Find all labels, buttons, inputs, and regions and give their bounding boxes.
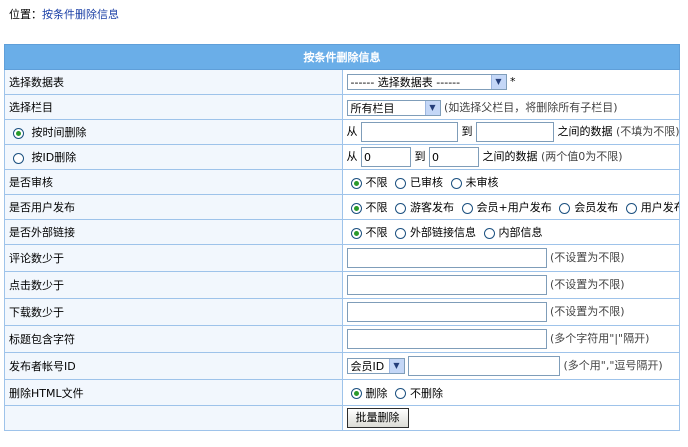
submit-row-spacer — [4, 405, 343, 431]
title-contains-label: 标题包含字符 — [4, 325, 343, 353]
audit-radio-approved[interactable] — [395, 177, 406, 189]
start-date-input[interactable] — [361, 122, 458, 142]
column-select-label: 选择栏目 — [4, 94, 343, 120]
table-select[interactable]: ------ 选择数据表 ------ ▼ — [346, 74, 507, 90]
audit-label: 是否审核 — [4, 169, 343, 195]
author-id-type-value: 会员ID — [350, 360, 385, 373]
audit-option-unapproved: 未审核 — [465, 176, 499, 189]
publisher-radio-guest[interactable] — [395, 202, 406, 214]
delete-html-radio-yes[interactable] — [350, 388, 362, 399]
title-contains-input[interactable] — [346, 329, 547, 349]
end-id-input[interactable]: 0 — [429, 147, 479, 167]
delete-by-condition-form: 按条件删除信息 选择数据表 ------ 选择数据表 ------ ▼ * 选择… — [4, 44, 680, 431]
batch-delete-button[interactable]: 批量删除 — [346, 408, 409, 428]
audit-radio-any[interactable] — [350, 177, 362, 189]
delete-html-option-yes: 删除 — [365, 386, 388, 400]
publisher-radio-member-user[interactable] — [461, 202, 473, 214]
by-id-between-label: 之间的数据 — [482, 150, 538, 163]
external-option-any: 不限 — [365, 226, 388, 239]
start-id-value: 0 — [364, 151, 371, 164]
comments-input[interactable] — [346, 248, 547, 268]
publisher-option-any: 不限 — [365, 201, 388, 214]
publisher-radio-member[interactable] — [559, 202, 571, 214]
breadcrumb-prefix: 位置： — [9, 8, 42, 21]
by-time-between-label: 之间的数据 — [557, 125, 613, 138]
table-select-label: 选择数据表 — [4, 69, 343, 95]
required-mark: * — [510, 75, 516, 88]
by-time-hint: (不填为不限) — [616, 125, 680, 138]
delete-html-option-no: 不删除 — [410, 386, 443, 400]
chevron-down-icon: ▼ — [490, 75, 506, 89]
form-title: 按条件删除信息 — [4, 44, 680, 70]
end-id-value: 0 — [432, 151, 439, 164]
column-select-value: 所有栏目 — [350, 101, 395, 115]
breadcrumb-link[interactable]: 按条件删除信息 — [42, 8, 119, 21]
chevron-down-icon: ▼ — [388, 359, 404, 373]
external-radio-any[interactable] — [350, 227, 362, 239]
publisher-option-member: 会员发布 — [574, 201, 619, 214]
by-id-to-label: 到 — [414, 150, 426, 163]
by-id-from-label: 从 — [346, 150, 358, 163]
delete-html-radio-no[interactable] — [395, 388, 406, 399]
external-radio-internal[interactable] — [483, 227, 495, 239]
external-option-external: 外部链接信息 — [410, 226, 476, 239]
external-option-internal: 内部信息 — [498, 226, 543, 239]
publisher-option-guest: 游客发布 — [410, 201, 454, 214]
author-id-label: 发布者帐号ID — [4, 352, 343, 380]
audit-option-approved: 已审核 — [410, 176, 443, 189]
by-time-radio[interactable] — [13, 127, 24, 139]
publisher-option-member-user: 会员+用户发布 — [476, 201, 552, 214]
audit-radio-unapproved[interactable] — [450, 177, 462, 189]
publisher-radio-any[interactable] — [350, 202, 362, 214]
publisher-option-user: 用户发布 — [640, 201, 679, 214]
by-time-to-label: 到 — [461, 125, 473, 138]
author-id-type-select[interactable]: 会员ID ▼ — [346, 358, 405, 374]
comments-hint: (不设置为不限) — [550, 251, 625, 264]
end-date-input[interactable] — [476, 122, 554, 142]
clicks-hint: (不设置为不限) — [550, 278, 625, 291]
by-id-label: 按ID删除 — [31, 151, 77, 164]
audit-option-any: 不限 — [365, 176, 388, 189]
column-select-hint: (如选择父栏目，将删除所有子栏目) — [444, 100, 618, 114]
by-id-radio[interactable] — [13, 152, 24, 164]
by-time-from-label: 从 — [346, 125, 358, 138]
table-select-value: ------ 选择数据表 ------ — [350, 76, 461, 89]
clicks-input[interactable] — [346, 275, 547, 295]
downloads-label: 下载数少于 — [4, 298, 343, 326]
external-label: 是否外部链接 — [4, 219, 343, 245]
by-time-option[interactable]: 按时间删除 — [4, 119, 343, 145]
by-time-label: 按时间删除 — [31, 126, 87, 139]
publisher-label: 是否用户发布 — [4, 194, 343, 220]
downloads-input[interactable] — [346, 302, 547, 322]
author-id-hint: (多个用","逗号隔开) — [563, 359, 663, 372]
by-id-hint: (两个值0为不限) — [541, 150, 623, 163]
start-id-input[interactable]: 0 — [361, 147, 411, 167]
column-select[interactable]: 所有栏目 ▼ — [346, 99, 441, 116]
by-id-option[interactable]: 按ID删除 — [4, 144, 343, 170]
breadcrumb: 位置：按条件删除信息 — [9, 8, 119, 22]
chevron-down-icon: ▼ — [424, 100, 440, 115]
author-id-input[interactable] — [408, 356, 560, 376]
title-contains-hint: (多个字符用"|"隔开) — [550, 332, 650, 345]
delete-html-label: 删除HTML文件 — [4, 379, 343, 406]
comments-label: 评论数少于 — [4, 244, 343, 272]
publisher-radio-user[interactable] — [625, 202, 637, 214]
downloads-hint: (不设置为不限) — [550, 305, 625, 318]
clicks-label: 点击数少于 — [4, 271, 343, 299]
external-radio-external[interactable] — [395, 227, 406, 239]
